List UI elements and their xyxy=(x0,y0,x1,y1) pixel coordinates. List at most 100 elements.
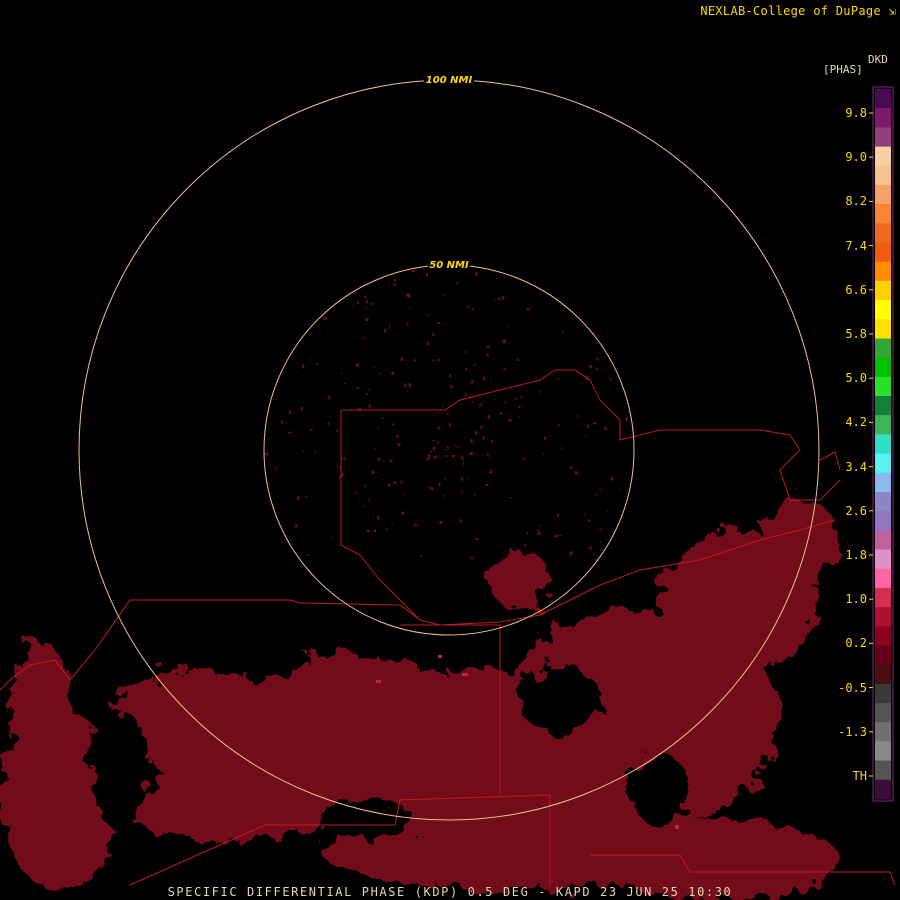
clutter-pixel xyxy=(459,519,462,524)
clutter-pixel xyxy=(474,431,477,436)
clutter-pixel xyxy=(387,483,391,487)
scale-band xyxy=(875,741,891,762)
clutter-pixel xyxy=(625,417,628,422)
clutter-pixel xyxy=(364,484,366,488)
scale-tick-label: TH xyxy=(852,769,867,783)
expand-icon[interactable]: ⇲ xyxy=(888,4,896,18)
clutter-pixel xyxy=(504,401,506,404)
clutter-pixel xyxy=(309,359,312,361)
clutter-pixel xyxy=(305,496,308,497)
clutter-pixel xyxy=(302,364,305,369)
clutter-pixel xyxy=(486,353,489,357)
clutter-pixel xyxy=(302,450,304,453)
clutter-pixel xyxy=(391,371,395,375)
clutter-pixel xyxy=(448,423,451,427)
clutter-pixel xyxy=(502,339,506,344)
clutter-pixel xyxy=(327,327,329,329)
clutter-pixel xyxy=(595,367,598,370)
clutter-pixel xyxy=(473,363,476,366)
clutter-pixel xyxy=(406,390,408,392)
clutter-pixel xyxy=(487,453,489,456)
clutter-pixel xyxy=(436,521,438,524)
clutter-pixel xyxy=(426,313,428,317)
clutter-pixel xyxy=(414,524,417,527)
scale-tick-label: -1.3 xyxy=(838,724,867,739)
product-unit: [PHAS] xyxy=(823,63,863,76)
scale-tick-label: 5.8 xyxy=(845,327,867,341)
clutter-pixel xyxy=(339,465,341,470)
scale-tick-label: 1.8 xyxy=(845,548,867,562)
scale-band xyxy=(875,415,891,435)
clutter-pixel xyxy=(444,449,448,450)
clutter-pixel xyxy=(436,412,439,414)
clutter-pixel xyxy=(402,494,405,495)
scale-band xyxy=(875,146,891,167)
clutter-pixel xyxy=(442,404,444,407)
scale-band xyxy=(875,127,891,148)
scale-band xyxy=(875,568,891,589)
clutter-pixel xyxy=(490,439,493,443)
clutter-pixel xyxy=(518,416,521,418)
clutter-pixel xyxy=(339,476,340,480)
clutter-pixel xyxy=(432,359,435,362)
clutter-pixel xyxy=(448,448,450,450)
clutter-pixel xyxy=(606,510,608,513)
clutter-pixel xyxy=(451,455,455,457)
clutter-pixel xyxy=(364,296,367,299)
clutter-pixel xyxy=(472,308,474,311)
scale-tick-label: 0.2 xyxy=(845,636,867,651)
clutter-pixel xyxy=(456,446,460,448)
clutter-pixel xyxy=(444,477,446,481)
clutter-pixel xyxy=(431,487,434,491)
clutter-pixel xyxy=(557,424,560,427)
clutter-pixel xyxy=(358,497,360,499)
scale-band xyxy=(875,280,891,301)
clutter-pixel xyxy=(349,544,351,548)
scale-band xyxy=(875,204,891,224)
clutter-pixel xyxy=(554,534,558,538)
scale-ticks xyxy=(869,112,873,777)
clutter-pixel xyxy=(439,520,443,524)
scale-tick-label: 8.2 xyxy=(845,194,867,209)
clutter-pixel xyxy=(526,532,529,535)
clutter-pixel xyxy=(379,373,382,375)
scale-band xyxy=(875,184,891,205)
scale-band xyxy=(875,530,891,551)
scale-tick-label: -0.5 xyxy=(838,680,867,695)
clutter-pixel xyxy=(466,550,468,553)
clutter-pixel xyxy=(570,466,573,469)
clutter-pixel xyxy=(377,365,379,367)
scale-band xyxy=(875,396,891,416)
clutter-pixel xyxy=(494,298,496,301)
clutter-pixel xyxy=(574,470,577,475)
clutter-pixel xyxy=(611,476,614,481)
clutter-pixel xyxy=(437,322,441,325)
scale-band xyxy=(875,511,891,531)
clutter-pixel xyxy=(314,451,317,453)
clutter-pixel xyxy=(426,272,428,277)
clutter-pixel xyxy=(467,305,470,308)
scale-band xyxy=(875,760,891,781)
clutter-pixel xyxy=(288,410,291,414)
scale-band xyxy=(875,89,891,109)
source-credit: NEXLAB-College of DuPage ⇲ xyxy=(700,4,896,18)
clutter-pixel xyxy=(593,422,596,425)
clutter-pixel xyxy=(391,523,393,526)
clutter-pixel xyxy=(589,545,592,550)
color-scale xyxy=(872,86,894,802)
clutter-pixel xyxy=(498,297,501,301)
clutter-pixel xyxy=(394,279,396,282)
clutter-pixel xyxy=(438,482,441,486)
scale-tick-label: 7.4 xyxy=(845,238,867,253)
clutter-pixel xyxy=(401,511,405,515)
scale-band xyxy=(875,626,891,647)
clutter-pixel xyxy=(403,383,406,388)
clutter-pixel xyxy=(380,417,384,419)
clutter-pixel xyxy=(456,282,459,285)
clutter-pixel xyxy=(364,307,367,309)
clutter-pixel xyxy=(385,528,389,530)
clutter-pixel xyxy=(558,535,562,537)
clutter-pixel xyxy=(426,458,430,461)
clutter-pixel xyxy=(562,331,564,334)
clutter-pixel xyxy=(465,350,467,354)
